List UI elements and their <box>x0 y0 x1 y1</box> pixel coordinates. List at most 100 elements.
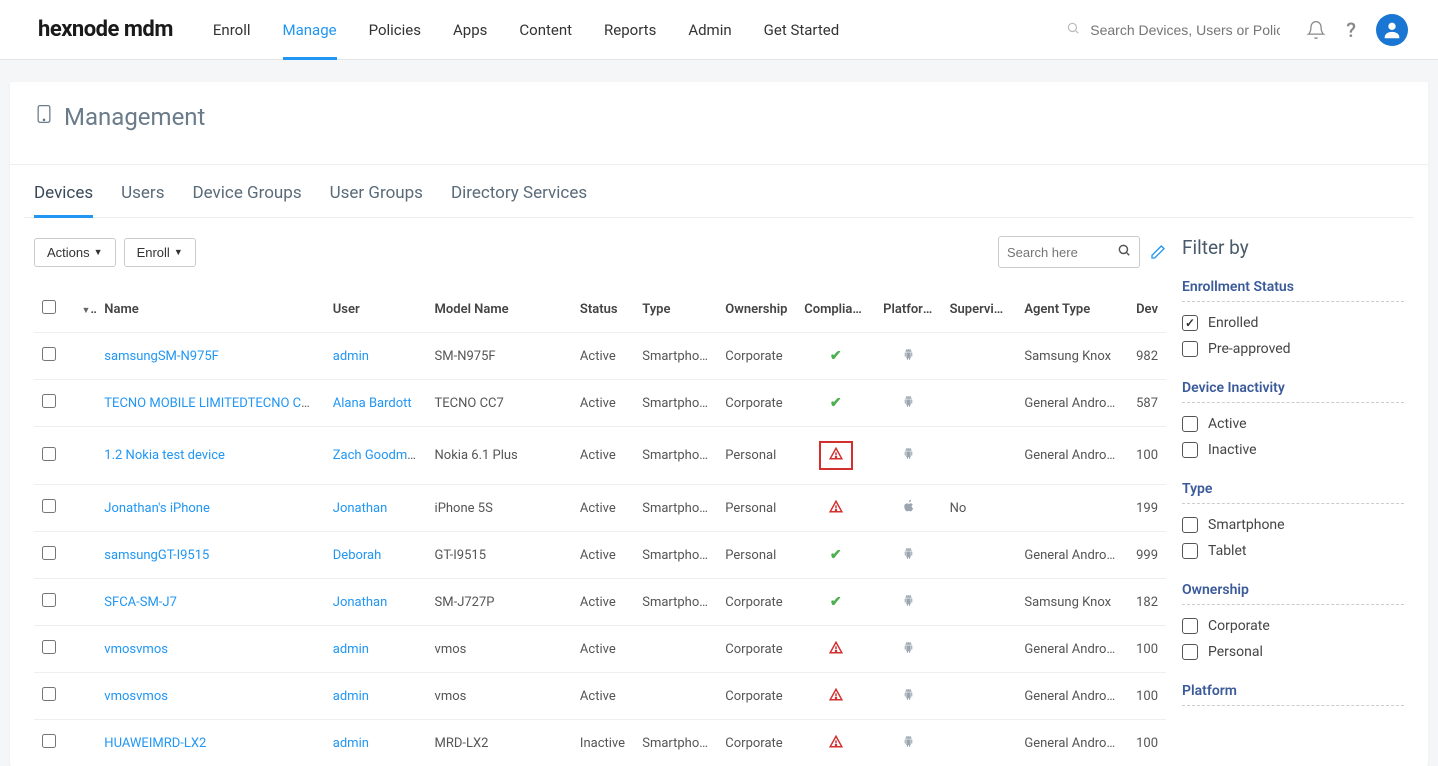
filter-option-active[interactable]: Active <box>1182 411 1404 437</box>
user-link[interactable]: admin <box>333 349 369 364</box>
user-link[interactable]: Jonathan <box>333 595 388 610</box>
filter-option-inactive[interactable]: Inactive <box>1182 437 1404 463</box>
col-agent[interactable]: Agent Type <box>1016 286 1124 333</box>
checkbox-icon <box>1182 341 1198 357</box>
cell-type: Smartphone <box>634 485 717 532</box>
filter-option-pre-approved[interactable]: Pre-approved <box>1182 336 1404 362</box>
row-checkbox[interactable] <box>42 546 56 560</box>
topbar-right: ? <box>1066 14 1408 46</box>
col-platform[interactable]: Platform <box>875 286 941 333</box>
subtab-users[interactable]: Users <box>121 183 164 217</box>
notifications-icon[interactable] <box>1306 20 1326 40</box>
device-name-link[interactable]: HUAWEIMRD-LX2 <box>104 736 206 751</box>
row-checkbox[interactable] <box>42 447 56 461</box>
global-search-input[interactable] <box>1066 16 1286 44</box>
tablet-icon <box>34 102 54 132</box>
topnav-enroll[interactable]: Enroll <box>213 0 251 59</box>
filter-option-corporate[interactable]: Corporate <box>1182 613 1404 639</box>
select-all-checkbox[interactable] <box>42 300 56 314</box>
user-link[interactable]: Zach Goodman <box>333 448 422 463</box>
topnav: Enroll Manage Policies Apps Content Reports Ad… <box>213 0 839 59</box>
filter-panel: Filter by Enrollment StatusEnrolledPre-a… <box>1166 218 1428 766</box>
filter-option-tablet[interactable]: Tablet <box>1182 538 1404 564</box>
user-link[interactable]: Jonathan <box>333 501 388 516</box>
cell-ownership: Personal <box>717 485 796 532</box>
sort-caret-icon[interactable]: ▼ <box>81 302 96 317</box>
subtab-directory-services[interactable]: Directory Services <box>451 183 587 217</box>
device-name-link[interactable]: SFCA-SM-J7 <box>104 595 177 610</box>
col-compliance[interactable]: Compliance <box>796 286 875 333</box>
device-name-link[interactable]: vmosvmos <box>104 689 168 704</box>
topnav-apps[interactable]: Apps <box>453 0 487 59</box>
cell-agent: General Android <box>1016 720 1124 766</box>
edit-columns-icon[interactable] <box>1150 244 1166 260</box>
caret-down-icon: ▼ <box>94 247 103 257</box>
topnav-manage[interactable]: Manage <box>283 0 337 59</box>
filter-option-smartphone[interactable]: Smartphone <box>1182 512 1404 538</box>
subtab-device-groups[interactable]: Device Groups <box>192 183 301 217</box>
device-name-link[interactable]: vmosvmos <box>104 642 168 657</box>
filter-option-enrolled[interactable]: Enrolled <box>1182 310 1404 336</box>
cell-supervised <box>942 720 1017 766</box>
cell-agent: General Android <box>1016 532 1124 579</box>
col-user[interactable]: User <box>325 286 427 333</box>
device-name-link[interactable]: Jonathan's iPhone <box>104 501 210 516</box>
row-checkbox[interactable] <box>42 640 56 654</box>
checkbox-icon <box>1182 644 1198 660</box>
cell-model: iPhone 5S <box>427 485 572 532</box>
row-checkbox[interactable] <box>42 734 56 748</box>
help-icon[interactable]: ? <box>1346 18 1356 42</box>
subtab-user-groups[interactable]: User Groups <box>330 183 423 217</box>
col-name[interactable]: Name <box>96 286 324 333</box>
search-icon[interactable] <box>1117 243 1131 261</box>
compliance-ok-icon: ✔ <box>830 594 842 610</box>
cell-status: Inactive <box>572 720 634 766</box>
user-link[interactable]: Deborah <box>333 548 382 563</box>
cell-ownership: Personal <box>717 532 796 579</box>
col-device[interactable]: Dev <box>1124 286 1166 333</box>
row-checkbox[interactable] <box>42 499 56 513</box>
table-search[interactable] <box>998 236 1140 268</box>
topnav-policies[interactable]: Policies <box>369 0 421 59</box>
topnav-content[interactable]: Content <box>519 0 572 59</box>
row-checkbox[interactable] <box>42 687 56 701</box>
table-search-input[interactable] <box>1007 245 1117 260</box>
row-checkbox[interactable] <box>42 394 56 408</box>
col-status[interactable]: Status <box>572 286 634 333</box>
col-type[interactable]: Type <box>634 286 717 333</box>
device-name-link[interactable]: samsungGT-I9515 <box>104 548 209 563</box>
cell-type <box>634 673 717 720</box>
user-link[interactable]: admin <box>333 736 369 751</box>
device-name-link[interactable]: samsungSM-N975F <box>104 349 219 364</box>
cell-model: SM-J727P <box>427 579 572 626</box>
topnav-admin[interactable]: Admin <box>688 0 731 59</box>
device-name-link[interactable]: TECNO MOBILE LIMITEDTECNO CC7 <box>104 396 317 411</box>
col-supervised[interactable]: Supervised <box>942 286 1017 333</box>
user-link[interactable]: admin <box>333 689 369 704</box>
col-model[interactable]: Model Name <box>427 286 572 333</box>
cell-device: 100 <box>1124 626 1166 673</box>
subtab-devices[interactable]: Devices <box>34 183 93 217</box>
cell-model: vmos <box>427 673 572 720</box>
filter-heading: Platform <box>1182 683 1404 706</box>
actions-dropdown[interactable]: Actions▼ <box>34 238 116 267</box>
compliance-warning-icon <box>829 735 843 751</box>
cell-status: Active <box>572 532 634 579</box>
user-link[interactable]: admin <box>333 642 369 657</box>
row-checkbox[interactable] <box>42 347 56 361</box>
cell-device: 982 <box>1124 333 1166 380</box>
enroll-dropdown[interactable]: Enroll▼ <box>124 238 196 267</box>
global-search[interactable] <box>1066 16 1286 44</box>
topnav-get-started[interactable]: Get Started <box>764 0 840 59</box>
topnav-reports[interactable]: Reports <box>604 0 656 59</box>
col-ownership[interactable]: Ownership <box>717 286 796 333</box>
avatar[interactable] <box>1376 14 1408 46</box>
compliance-warning-icon <box>829 500 843 516</box>
filter-option-personal[interactable]: Personal <box>1182 639 1404 665</box>
cell-agent: General Android <box>1016 427 1124 485</box>
user-link[interactable]: Alana Bardott <box>333 396 412 411</box>
device-name-link[interactable]: 1.2 Nokia test device <box>104 448 225 463</box>
cell-agent <box>1016 485 1124 532</box>
row-checkbox[interactable] <box>42 593 56 607</box>
cell-type: Smartphone <box>634 380 717 427</box>
